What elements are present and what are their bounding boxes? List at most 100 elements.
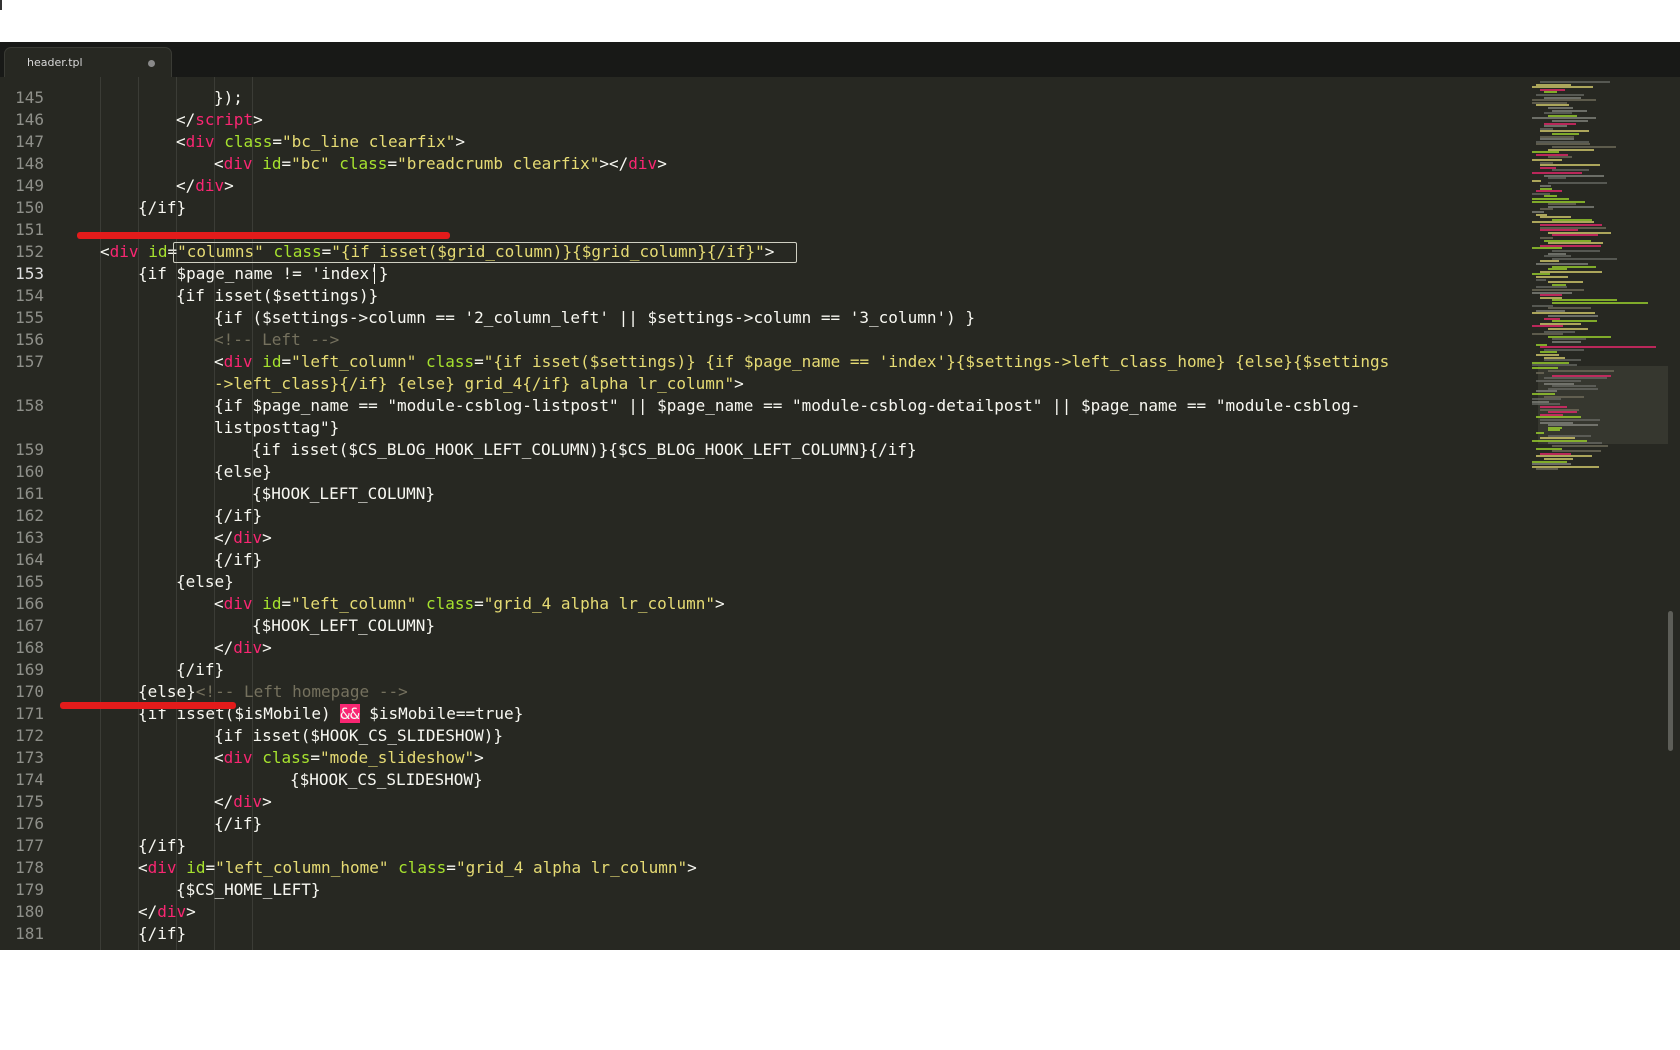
code-token: "left_column" (291, 594, 417, 613)
minimap-line (1552, 302, 1649, 304)
code-token: > (734, 374, 744, 393)
code-token: div (223, 748, 253, 767)
code-token: < (176, 132, 186, 151)
code-line[interactable]: <div id="left_column" class="grid_4 alph… (214, 593, 725, 615)
minimap-line (1552, 257, 1617, 260)
code-token: < (214, 154, 224, 173)
tab-header-tpl[interactable]: header.tpl (4, 47, 172, 77)
code-line[interactable]: {if isset($settings)} (176, 285, 378, 307)
code-token: {else} (138, 682, 196, 701)
code-token: {$HOOK_LEFT_COLUMN} (252, 484, 436, 503)
code-line[interactable]: {if $page_name == "module-csblog-listpos… (214, 395, 1360, 417)
code-token: {/if} (214, 550, 263, 569)
code-line[interactable]: {/if} (214, 505, 262, 527)
code-line[interactable]: {/if} (138, 197, 186, 219)
code-token: {if $page_name != 'index'} (138, 264, 389, 283)
code-line[interactable]: {/if} (138, 835, 186, 857)
annotation-red-line (60, 702, 236, 709)
line-number: 167 (15, 616, 44, 635)
code-token: </ (214, 528, 234, 547)
minimap-line (1536, 468, 1559, 471)
line-number: 147 (15, 132, 44, 151)
tab-bar: header.tpl (0, 42, 1680, 77)
minimap-line (1532, 179, 1542, 182)
code-line[interactable]: {if ($settings->column == '2_column_left… (214, 307, 975, 329)
code-token: > (262, 792, 272, 811)
code-token: > (687, 858, 697, 877)
code-token: < (214, 352, 224, 371)
code-line[interactable]: {/if} (138, 923, 186, 945)
code-token: class (398, 858, 447, 877)
code-editor[interactable]: 145 146 147 148 149 150 151 152 153 154 155 156 157 1… (0, 77, 1680, 950)
code-line[interactable]: <div id="left_column" class="{if isset($… (214, 351, 1389, 373)
code-line[interactable]: </div> (214, 637, 272, 659)
code-token: "bc" (291, 154, 330, 173)
code-token: </ (176, 176, 196, 195)
code-line[interactable]: {/if} (214, 813, 262, 835)
line-number: 163 (15, 528, 44, 547)
code-line[interactable]: <div class="bc_line clearfix"> (176, 131, 465, 153)
code-line[interactable]: {if isset($CS_BLOG_HOOK_LEFT_COLUMN)}{$C… (252, 439, 917, 461)
line-number: 180 (15, 902, 44, 921)
code-token: = (281, 154, 292, 173)
unsaved-dot-icon[interactable] (148, 60, 155, 67)
line-number: 156 (15, 330, 44, 349)
code-line[interactable]: </div> (214, 527, 272, 549)
code-token: && (340, 704, 360, 723)
code-token: id (148, 242, 168, 261)
line-number: 160 (15, 462, 44, 481)
code-token: "grid_4 alpha lr_column" (455, 858, 688, 877)
code-token: div (147, 858, 177, 877)
annotation-red-line (77, 232, 450, 239)
code-line[interactable]: </script> (176, 109, 263, 131)
code-line[interactable]: <div id="left_column_home" class="grid_4… (138, 857, 697, 879)
line-number: 155 (15, 308, 44, 327)
code-token: = (310, 748, 320, 767)
code-token: div (109, 242, 139, 261)
code-line[interactable]: {$HOOK_LEFT_COLUMN} (252, 615, 435, 637)
code-area[interactable]: }); </script> <div class="bc_line clearfix… (73, 77, 1528, 950)
code-line[interactable]: {else} (214, 461, 272, 483)
code-token: div (157, 902, 187, 921)
code-line[interactable]: </div> (176, 175, 234, 197)
line-number: 164 (15, 550, 44, 569)
code-line[interactable]: <!-- Left --> (214, 329, 339, 351)
code-line[interactable]: {/if} (176, 659, 224, 681)
code-token: {if $page_name == "module-csblog-listpos… (214, 396, 1361, 415)
code-line[interactable]: <div class="mode_slideshow"> (214, 747, 484, 769)
code-line[interactable]: </div> (138, 901, 196, 923)
code-token: {if isset($settings)} (176, 286, 379, 305)
code-token: = (387, 154, 398, 173)
code-token: </ (214, 638, 234, 657)
line-number: 159 (15, 440, 44, 459)
code-line[interactable]: ->left_class}{/if} {else} grid_4{/if} al… (214, 373, 744, 395)
code-token: <!-- Left --> (214, 330, 340, 349)
minimap-line (1536, 372, 1545, 375)
minimap[interactable] (1528, 77, 1668, 950)
code-line[interactable]: </div> (214, 791, 272, 813)
line-number: 162 (15, 506, 44, 525)
line-number: 146 (15, 110, 44, 129)
code-line[interactable]: {if isset($HOOK_CS_SLIDESHOW)} (214, 725, 503, 747)
code-line[interactable]: {else}<!-- Left homepage --> (138, 681, 408, 703)
code-line[interactable]: {$HOOK_CS_SLIDESHOW} (290, 769, 483, 791)
code-line[interactable]: {$CS_HOME_LEFT} (176, 879, 321, 901)
code-token: "grid_4 alpha lr_column" (483, 594, 715, 613)
code-line[interactable]: {/if} (214, 549, 262, 571)
code-line[interactable]: }); (214, 87, 243, 109)
line-number: 168 (15, 638, 44, 657)
code-token: }); (214, 88, 243, 107)
code-line[interactable]: <div id="bc" class="breadcrumb clearfix"… (214, 153, 667, 175)
code-token: > (186, 902, 196, 921)
code-line[interactable]: {$HOOK_LEFT_COLUMN} (252, 483, 435, 505)
code-token: > (224, 176, 234, 195)
code-line[interactable]: listposttag"} (214, 417, 339, 439)
code-token: div (223, 352, 253, 371)
code-line[interactable]: {else} (176, 571, 234, 593)
vertical-scrollbar[interactable] (1668, 611, 1673, 751)
code-line[interactable]: {if $page_name != 'index'} (138, 263, 388, 285)
